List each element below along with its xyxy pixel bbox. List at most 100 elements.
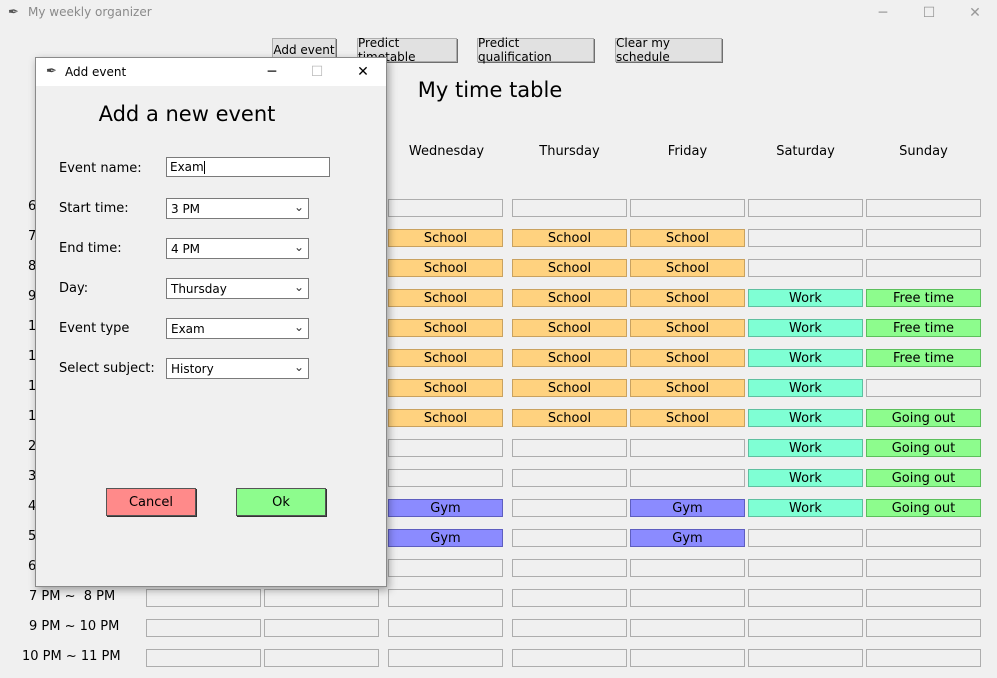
timetable-cell[interactable] [146,619,261,637]
timetable-cell[interactable]: Work [748,349,863,367]
timetable-cell[interactable] [512,469,627,487]
timetable-cell[interactable] [512,649,627,667]
timetable-cell[interactable]: Work [748,409,863,427]
timetable-cell[interactable]: School [512,259,627,277]
timetable-cell[interactable]: School [388,349,503,367]
timetable-cell[interactable] [388,199,503,217]
timetable-cell[interactable]: Going out [866,439,981,457]
timetable-cell[interactable]: Free time [866,289,981,307]
timetable-cell[interactable] [512,439,627,457]
timetable-cell[interactable]: School [512,319,627,337]
cancel-button[interactable]: Cancel [106,488,196,516]
timetable-cell[interactable] [748,259,863,277]
timetable-cell[interactable] [512,199,627,217]
timetable-cell[interactable]: School [512,379,627,397]
timetable-cell[interactable]: Work [748,289,863,307]
timetable-cell[interactable] [748,619,863,637]
timetable-cell[interactable] [866,229,981,247]
minimize-icon[interactable]: ─ [860,2,906,24]
timetable-cell[interactable] [866,589,981,607]
timetable-cell[interactable] [630,469,745,487]
timetable-cell[interactable]: School [512,349,627,367]
maximize-icon[interactable]: ☐ [906,2,952,24]
timetable-cell[interactable] [866,619,981,637]
timetable-cell[interactable]: School [630,379,745,397]
day-select[interactable]: Thursday ⌄ [166,278,309,299]
timetable-cell[interactable]: Work [748,379,863,397]
timetable-cell[interactable]: Work [748,469,863,487]
end-time-select[interactable]: 4 PM ⌄ [166,238,309,259]
timetable-cell[interactable]: Going out [866,409,981,427]
ok-button[interactable]: Ok [236,488,326,516]
timetable-cell[interactable]: School [630,259,745,277]
timetable-cell[interactable] [748,229,863,247]
start-time-select[interactable]: 3 PM ⌄ [166,198,309,219]
timetable-cell[interactable] [748,529,863,547]
timetable-cell[interactable] [630,559,745,577]
timetable-cell[interactable] [866,379,981,397]
minimize-icon[interactable]: ─ [254,61,290,83]
timetable-cell[interactable]: School [630,229,745,247]
timetable-cell[interactable] [264,649,379,667]
timetable-cell[interactable]: School [512,409,627,427]
timetable-cell[interactable] [866,529,981,547]
timetable-cell[interactable] [388,649,503,667]
event-type-select[interactable]: Exam ⌄ [166,318,309,339]
timetable-cell[interactable] [866,199,981,217]
timetable-cell[interactable]: Going out [866,469,981,487]
timetable-cell[interactable]: Gym [388,529,503,547]
timetable-cell[interactable] [748,559,863,577]
event-name-input[interactable]: Exam [166,157,330,177]
timetable-cell[interactable] [630,649,745,667]
close-icon[interactable]: ✕ [345,61,381,83]
timetable-cell[interactable]: Free time [866,349,981,367]
timetable-cell[interactable] [512,559,627,577]
timetable-cell[interactable]: Gym [630,529,745,547]
timetable-cell[interactable] [866,559,981,577]
timetable-cell[interactable]: School [512,289,627,307]
timetable-cell[interactable] [146,649,261,667]
timetable-cell[interactable]: School [630,319,745,337]
timetable-cell[interactable]: Work [748,319,863,337]
timetable-cell[interactable] [748,589,863,607]
clear-schedule-button[interactable]: Clear my schedule [615,36,722,64]
predict-qualification-button[interactable]: Predict qualification [477,36,594,64]
timetable-cell[interactable]: Free time [866,319,981,337]
timetable-cell[interactable] [146,589,261,607]
timetable-cell[interactable]: School [388,319,503,337]
timetable-cell[interactable]: School [630,289,745,307]
timetable-cell[interactable]: School [630,409,745,427]
timetable-cell[interactable] [512,499,627,517]
timetable-cell[interactable] [264,619,379,637]
timetable-cell[interactable] [388,619,503,637]
timetable-cell[interactable]: School [630,349,745,367]
timetable-cell[interactable]: School [388,259,503,277]
timetable-cell[interactable] [388,469,503,487]
timetable-cell[interactable] [630,589,745,607]
timetable-cell[interactable] [388,589,503,607]
timetable-cell[interactable] [748,649,863,667]
timetable-cell[interactable]: Going out [866,499,981,517]
timetable-cell[interactable] [388,439,503,457]
timetable-cell[interactable] [512,589,627,607]
timetable-cell[interactable] [512,619,627,637]
timetable-cell[interactable]: School [388,379,503,397]
timetable-cell[interactable]: Work [748,499,863,517]
close-icon[interactable]: ✕ [952,2,997,24]
timetable-cell[interactable] [630,439,745,457]
timetable-cell[interactable] [264,589,379,607]
timetable-cell[interactable] [630,619,745,637]
timetable-cell[interactable] [748,199,863,217]
timetable-cell[interactable] [866,649,981,667]
timetable-cell[interactable]: School [512,229,627,247]
timetable-cell[interactable] [630,199,745,217]
timetable-cell[interactable]: School [388,289,503,307]
timetable-cell[interactable] [388,559,503,577]
timetable-cell[interactable]: Work [748,439,863,457]
subject-select[interactable]: History ⌄ [166,358,309,379]
timetable-cell[interactable]: School [388,409,503,427]
timetable-cell[interactable]: School [388,229,503,247]
timetable-cell[interactable]: Gym [388,499,503,517]
timetable-cell[interactable] [866,259,981,277]
timetable-cell[interactable] [512,529,627,547]
